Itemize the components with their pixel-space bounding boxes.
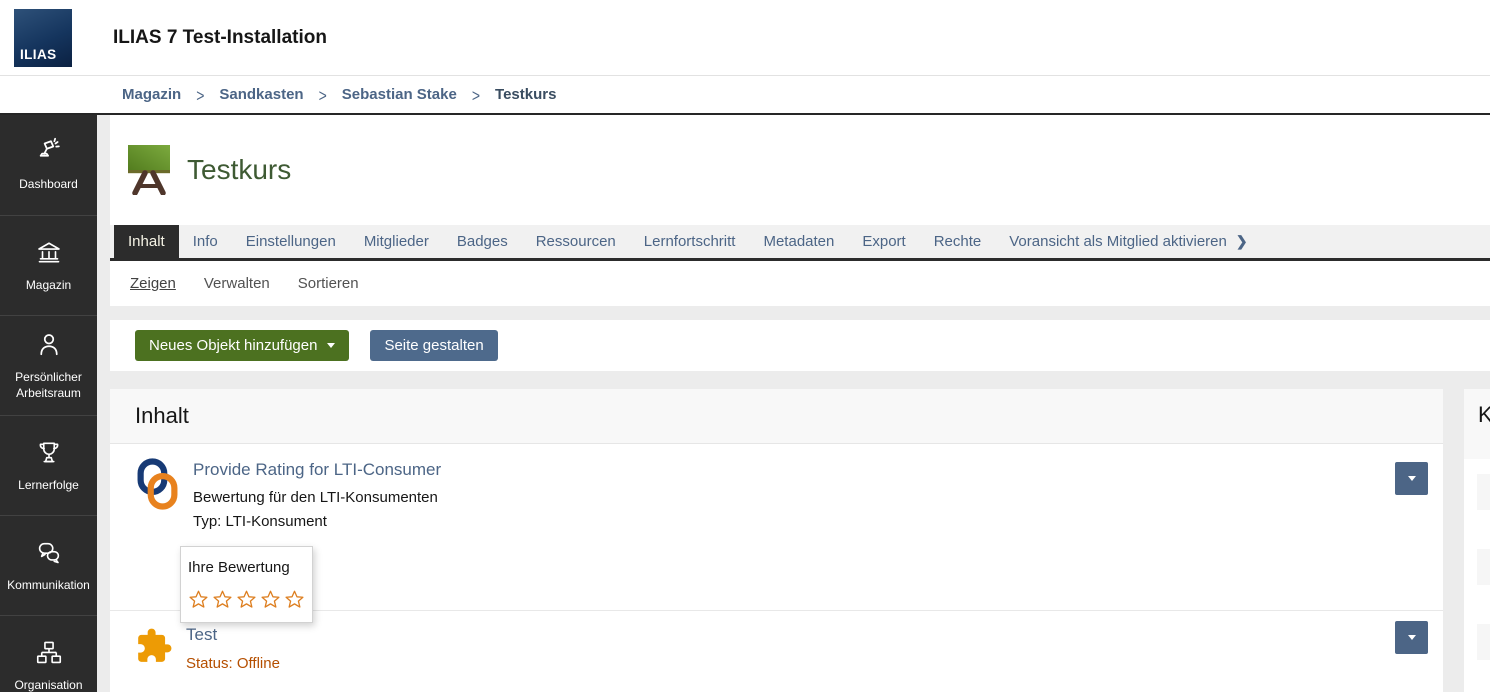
sidebar-item-label: Dashboard <box>19 177 78 192</box>
breadcrumb-separator-icon: > <box>318 84 327 105</box>
tab-inhalt[interactable]: Inhalt <box>114 225 179 258</box>
breadcrumb-current[interactable]: Testkurs <box>495 86 556 103</box>
design-page-button[interactable]: Seite gestalten <box>370 330 498 361</box>
sidebar-item-label: Persönlicher Arbeitsraum <box>15 369 82 400</box>
add-new-object-label: Neues Objekt hinzufügen <box>149 337 318 354</box>
main-region: Dashboard Magazin Persönlicher Arbeitsra… <box>0 113 1490 692</box>
breadcrumb-link-sebastian-stake[interactable]: Sebastian Stake <box>342 86 457 103</box>
item-actions-dropdown-button[interactable] <box>1395 462 1428 495</box>
top-header: ILIAS ILIAS 7 Test-Installation <box>0 0 1490 76</box>
main-sidebar: Dashboard Magazin Persönlicher Arbeitsra… <box>0 115 97 692</box>
ilias-logo-text: ILIAS <box>20 46 57 62</box>
sidebar-item-dashboard[interactable]: Dashboard <box>0 115 97 215</box>
sidebar-item-magazin[interactable]: Magazin <box>0 215 97 315</box>
right-side-panel: K <box>1464 389 1490 692</box>
add-new-object-button[interactable]: Neues Objekt hinzufügen <box>135 330 350 361</box>
org-chart-icon <box>34 638 64 668</box>
rating-stars <box>188 589 305 610</box>
tab-lernfortschritt[interactable]: Lernfortschritt <box>630 225 750 258</box>
item-title-link[interactable]: Provide Rating for LTI-Consumer <box>193 460 441 480</box>
ilias-app: ILIAS ILIAS 7 Test-Installation Magazin … <box>0 0 1490 695</box>
tab-bar: Inhalt Info Einstellungen Mitglieder Bad… <box>110 225 1490 261</box>
sidebar-item-kommunikation[interactable]: Kommunikation <box>0 515 97 615</box>
test-puzzle-icon <box>135 627 173 672</box>
chevron-right-icon: ❯ <box>1235 233 1248 249</box>
rating-tooltip-title: Ihre Bewertung <box>188 559 290 576</box>
content-panels: Inhalt Provide Rating for LTI-Consumer B… <box>110 389 1490 692</box>
ilias-logo[interactable]: ILIAS <box>14 8 72 67</box>
item-actions-dropdown-button[interactable] <box>1395 621 1428 654</box>
item-list: Provide Rating for LTI-Consumer Bewertun… <box>110 444 1443 692</box>
item-title-link[interactable]: Test <box>186 625 217 645</box>
item-text: Test Status: Offline <box>186 623 280 672</box>
tab-voransicht-aktivieren[interactable]: Voransicht als Mitglied aktivieren ❯ <box>995 225 1261 258</box>
lti-consumer-icon <box>135 458 180 596</box>
sidebar-item-arbeitsraum[interactable]: Persönlicher Arbeitsraum <box>0 315 97 415</box>
sidebar-item-lernerfolge[interactable]: Lernerfolge <box>0 415 97 515</box>
right-panel-item <box>1477 549 1490 585</box>
page-title: Testkurs <box>187 154 292 185</box>
sidebar-item-organisation[interactable]: Organisation <box>0 615 97 695</box>
subtab-zeigen[interactable]: Zeigen <box>130 275 176 292</box>
bank-icon <box>34 238 64 268</box>
course-icon <box>125 141 173 200</box>
star-icon[interactable] <box>188 589 209 610</box>
breadcrumb-separator-icon: > <box>196 84 205 105</box>
right-panel-body <box>1464 459 1490 692</box>
tab-badges[interactable]: Badges <box>443 225 522 258</box>
tab-info[interactable]: Info <box>179 225 232 258</box>
sidebar-item-label: Kommunikation <box>7 577 90 592</box>
breadcrumb: Magazin > Sandkasten > Sebastian Stake >… <box>0 76 1490 113</box>
breadcrumb-link-magazin[interactable]: Magazin <box>122 86 181 103</box>
breadcrumb-link-sandkasten[interactable]: Sandkasten <box>219 86 303 103</box>
trophy-icon <box>34 438 64 468</box>
tab-rechte[interactable]: Rechte <box>920 225 996 258</box>
star-icon[interactable] <box>212 589 233 610</box>
rating-tooltip: Ihre Bewertung <box>180 546 313 623</box>
chat-bubbles-icon <box>34 538 64 568</box>
star-icon[interactable] <box>236 589 257 610</box>
tab-mitglieder[interactable]: Mitglieder <box>350 225 443 258</box>
tab-ressourcen[interactable]: Ressourcen <box>522 225 630 258</box>
sidebar-item-label: Organisation <box>14 677 83 692</box>
sidebar-content-gutter <box>97 115 110 692</box>
caret-down-icon <box>1407 476 1416 481</box>
installation-title: ILIAS 7 Test-Installation <box>113 26 327 48</box>
subtab-sortieren[interactable]: Sortieren <box>298 275 359 292</box>
right-panel-item <box>1477 624 1490 660</box>
spacer <box>110 306 1490 320</box>
item-type-label: Typ: LTI-Konsument <box>193 513 327 530</box>
breadcrumb-separator-icon: > <box>471 84 481 105</box>
sidebar-item-label: Magazin <box>25 277 72 292</box>
caret-down-icon <box>327 343 336 348</box>
sidebar-item-label: Lernerfolge <box>18 477 79 492</box>
panel-gutter <box>1443 389 1464 692</box>
tab-export[interactable]: Export <box>848 225 919 258</box>
right-panel-title: K <box>1464 389 1490 459</box>
star-icon[interactable] <box>284 589 305 610</box>
page-title-row: Testkurs <box>110 115 1490 225</box>
content-panel-title: Inhalt <box>110 389 1443 444</box>
content-panel: Inhalt Provide Rating for LTI-Consumer B… <box>110 389 1443 692</box>
spacer <box>110 371 1490 389</box>
caret-down-icon <box>1407 635 1416 640</box>
subtab-bar: Zeigen Verwalten Sortieren <box>110 261 1490 306</box>
tab-metadaten[interactable]: Metadaten <box>749 225 848 258</box>
lamp-icon <box>34 137 64 167</box>
tab-einstellungen[interactable]: Einstellungen <box>232 225 350 258</box>
star-icon[interactable] <box>260 589 281 610</box>
list-item-lti-consumer: Provide Rating for LTI-Consumer Bewertun… <box>110 444 1443 623</box>
item-description: Bewertung für den LTI-Konsumenten <box>193 489 438 506</box>
toolbar: Neues Objekt hinzufügen Seite gestalten <box>110 320 1490 371</box>
subtab-verwalten[interactable]: Verwalten <box>204 275 270 292</box>
tab-label: Voransicht als Mitglied aktivieren <box>1009 233 1227 250</box>
right-panel-item <box>1477 474 1490 510</box>
person-icon <box>34 330 64 360</box>
item-status-label: Status: Offline <box>186 655 280 672</box>
content-column: Testkurs Inhalt Info Einstellungen Mitgl… <box>110 115 1490 692</box>
